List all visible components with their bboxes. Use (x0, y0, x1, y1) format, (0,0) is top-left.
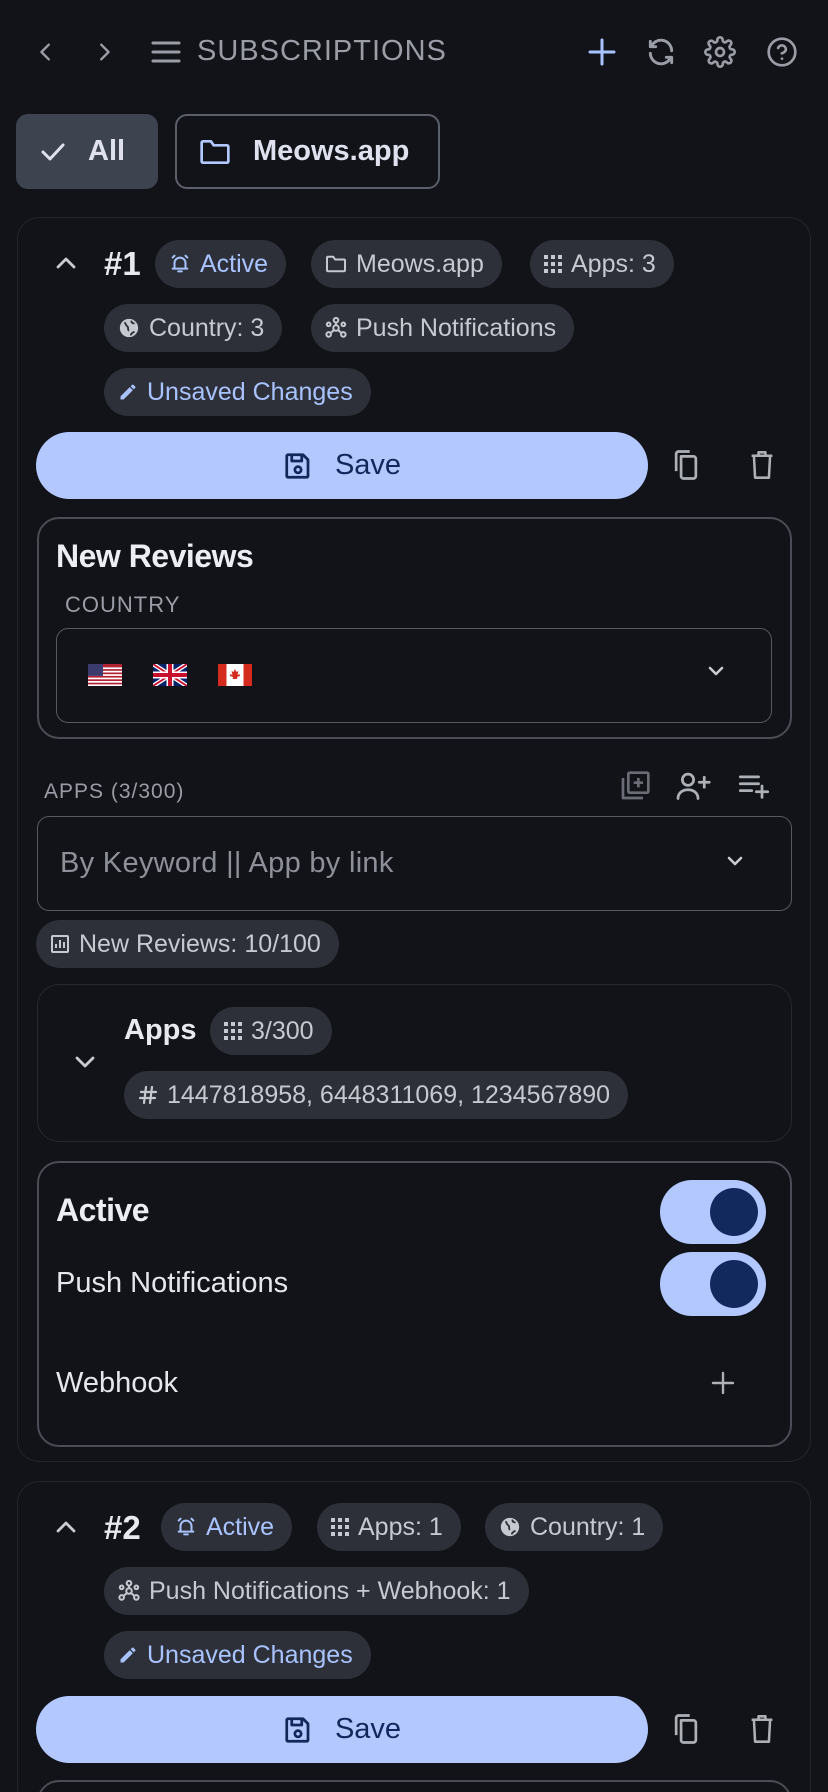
country-label: COUNTRY (65, 592, 181, 617)
expand-button[interactable] (63, 1040, 107, 1084)
add-list-button[interactable] (730, 762, 778, 810)
person-add-icon (676, 772, 711, 800)
chevron-up-icon (56, 1521, 76, 1533)
library-add-icon (621, 771, 650, 800)
chevron-left-icon (40, 43, 50, 61)
copy-icon (674, 1714, 698, 1744)
folder-icon (199, 138, 231, 166)
refresh-button[interactable] (639, 30, 683, 74)
chart-icon (50, 934, 70, 954)
app-ids-chip: 1447818958, 6448311069, 1234567890 (124, 1071, 629, 1119)
folder-tab-all[interactable]: All (16, 114, 158, 189)
apps-label: APPS (3/300) (44, 780, 185, 803)
gear-icon (704, 36, 736, 68)
plus-icon (588, 38, 616, 66)
toggle-knob (710, 1260, 758, 1308)
country-count-chip: Country: 3 (104, 304, 283, 352)
save-button[interactable]: Save (36, 1696, 648, 1763)
save-button[interactable]: Save (36, 432, 648, 499)
check-icon (40, 141, 66, 163)
apps-count-chip: Apps: 1 (317, 1503, 461, 1551)
chevron-down-icon (724, 853, 746, 869)
review-limit-chip: New Reviews: 10/100 (36, 920, 339, 968)
chevron-down-icon (705, 663, 727, 679)
pencil-icon (118, 1645, 138, 1665)
folder-chip: Meows.app (311, 240, 502, 288)
subscription-number: #2 (104, 1509, 141, 1546)
subscription-number: #1 (104, 245, 141, 282)
chevron-up-icon (56, 257, 76, 269)
pencil-icon (118, 382, 138, 402)
top-bar: SUBSCRIPTIONS (0, 0, 828, 104)
alarm-icon (175, 1516, 197, 1538)
status-chip: Active (161, 1503, 293, 1551)
event-panel (37, 1780, 792, 1792)
channel-chip: Push Notifications + Webhook: 1 (104, 1567, 529, 1615)
grid-icon (544, 255, 562, 273)
refresh-icon (648, 38, 674, 66)
event-title: New Reviews (56, 538, 254, 574)
save-icon (283, 1715, 313, 1745)
settings-button[interactable] (698, 30, 742, 74)
hub-icon (118, 1580, 140, 1602)
collapse-button[interactable] (44, 241, 88, 285)
save-icon (283, 451, 313, 481)
chevron-right-icon (100, 43, 110, 61)
grid-icon (224, 1022, 242, 1040)
globe-icon (118, 317, 140, 339)
collapse-button[interactable] (44, 1505, 88, 1549)
active-label: Active (56, 1192, 150, 1228)
globe-icon (499, 1516, 521, 1538)
hub-icon (325, 317, 347, 339)
search-placeholder: By Keyword || App by link (60, 847, 394, 879)
alarm-icon (169, 253, 191, 275)
copy-icon (674, 450, 698, 480)
status-chip: Active (155, 240, 287, 288)
help-icon (767, 37, 797, 67)
folder-tab-meows[interactable]: Meows.app (175, 114, 440, 189)
unsaved-changes-chip: Unsaved Changes (104, 368, 371, 416)
page-title: SUBSCRIPTIONS (197, 35, 447, 67)
apps-count-chip: Apps: 3 (530, 240, 674, 288)
playlist-add-icon (738, 775, 770, 799)
back-button[interactable] (24, 30, 68, 74)
trash-icon (751, 1715, 773, 1743)
webhook-label: Webhook (56, 1367, 178, 1399)
flag-ca-icon (218, 664, 252, 686)
plus-icon (711, 1371, 735, 1395)
active-toggle[interactable] (660, 1180, 766, 1244)
delete-button[interactable] (738, 441, 786, 489)
duplicate-button[interactable] (662, 1705, 710, 1753)
toggle-knob (710, 1188, 758, 1236)
folder-icon (325, 255, 347, 273)
unsaved-changes-chip: Unsaved Changes (104, 1631, 371, 1679)
add-developer-button[interactable] (669, 762, 717, 810)
flag-gb-icon (153, 664, 187, 686)
folder-tab-label: All (88, 135, 126, 167)
delete-button[interactable] (738, 1705, 786, 1753)
add-button[interactable] (580, 30, 624, 74)
trash-icon (751, 451, 773, 479)
hash-icon (138, 1085, 158, 1105)
duplicate-button[interactable] (662, 441, 710, 489)
add-webhook-button[interactable] (699, 1359, 747, 1407)
channel-chip: Push Notifications (311, 304, 575, 352)
add-app-button[interactable] (611, 762, 659, 810)
folder-tab-label: Meows.app (253, 135, 410, 167)
menu-button[interactable] (144, 30, 188, 74)
flag-us-icon (88, 664, 122, 686)
help-button[interactable] (760, 30, 804, 74)
menu-icon (151, 41, 181, 63)
country-count-chip: Country: 1 (485, 1503, 664, 1551)
grid-icon (331, 1518, 349, 1536)
apps-group-count-chip: 3/300 (210, 1007, 332, 1055)
push-notifications-toggle[interactable] (660, 1252, 766, 1316)
forward-button[interactable] (82, 30, 126, 74)
chevron-down-icon (75, 1056, 95, 1068)
apps-group-title: Apps (124, 1014, 197, 1046)
push-notifications-label: Push Notifications (56, 1267, 289, 1299)
app-search-input[interactable]: By Keyword || App by link (37, 816, 792, 911)
